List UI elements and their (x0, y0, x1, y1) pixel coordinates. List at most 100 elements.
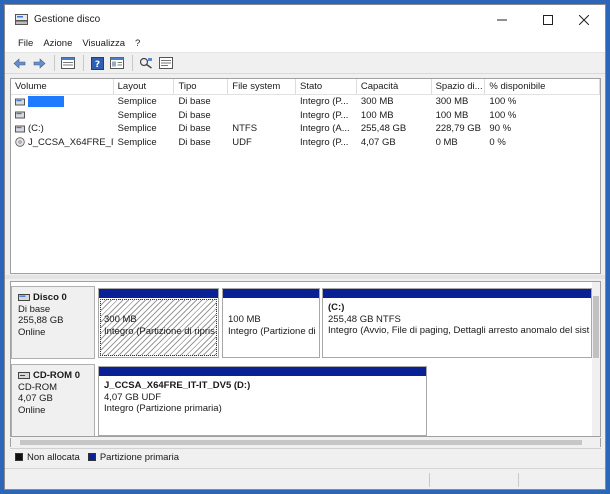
maximize-icon (543, 14, 553, 25)
toolbar: ? (5, 52, 605, 74)
partition-size: 255,48 GB NTFS (328, 313, 401, 325)
disk-info-disco-0[interactable]: Disco 0 Di base 255,88 GB Online (11, 286, 95, 359)
layout-cell: Semplice (117, 123, 157, 134)
table-row[interactable]: Semplice Di base Integro (P... 300 MB 30… (11, 95, 600, 109)
partition-efi[interactable]: 100 MB Integro (Partizione di (222, 288, 320, 358)
spazio-cell: 0 MB (435, 136, 458, 148)
partition-text: J_CCSA_X64FRE_IT-IT_DV5 (D:) 4,07 GB UDF… (99, 376, 426, 415)
disk-graphical-view: Disco 0 Di base 255,88 GB Online 300 MB … (10, 281, 601, 437)
disk-view-horizontal-scrollbar[interactable] (10, 438, 601, 447)
legend-label: Non allocata (27, 451, 80, 463)
volume-cell (11, 95, 114, 109)
menu-visualizza[interactable]: Visualizza (77, 38, 130, 49)
perc-cell: 90 % (489, 123, 512, 134)
properties-icon (110, 57, 124, 69)
back-button[interactable] (10, 54, 28, 72)
disk-row-disco-0: Disco 0 Di base 255,88 GB Online 300 MB … (11, 286, 594, 359)
window-title: Gestione disco (34, 14, 101, 25)
volume-list[interactable]: Volume Layout Tipo File system Stato Cap… (10, 78, 601, 274)
column-header-capacita[interactable]: Capacità (357, 79, 432, 94)
partition-label: J_CCSA_X64FRE_IT-IT_DV5 (D:) (104, 380, 251, 391)
partition-bar (99, 289, 218, 298)
volume-cell: J_CCSA_X64FRE_IT... (11, 136, 114, 150)
close-icon (579, 14, 589, 25)
partition-bar (323, 289, 591, 298)
column-header-tipo[interactable]: Tipo (174, 79, 229, 94)
tipo-cell: Di base (178, 123, 211, 134)
partition-status: Integro (Partizione primaria) (104, 403, 222, 414)
column-header-file-system[interactable]: File system (228, 79, 297, 94)
disk-type: Di base (18, 303, 51, 315)
layout-cell: Semplice (117, 109, 157, 121)
redacted-volume-name (28, 96, 64, 108)
partition-size: 300 MB (104, 314, 137, 325)
capacita-cell: 300 MB (360, 96, 394, 107)
disk-info-cd-rom-0[interactable]: CD-ROM 0 CD-ROM 4,07 GB Online (11, 364, 95, 436)
menu-file[interactable]: File (13, 38, 38, 49)
disk-management-window: Gestione disco File Azione Visualizza ? … (4, 4, 606, 490)
column-header-percent-available[interactable]: % disponibile (485, 79, 600, 94)
disk-view-button[interactable] (157, 54, 175, 72)
perc-cell: 100 % (489, 109, 517, 121)
volume-icon (15, 111, 25, 119)
menu-bar: File Azione Visualizza ? (5, 34, 605, 52)
spazio-cell: 228,79 GB (435, 123, 481, 134)
partition-recovery[interactable]: 300 MB Integro (Partizione di ripris (98, 288, 219, 358)
back-icon (13, 57, 25, 69)
disk-name-label: Disco 0 (33, 292, 67, 303)
disk-view-icon (159, 57, 173, 69)
perc-cell: 100 % (489, 96, 517, 107)
layout-cell: Semplice (117, 96, 157, 107)
volume-icon (15, 98, 25, 106)
help-button[interactable]: ? (88, 54, 106, 72)
partition-text: 100 MB Integro (Partizione di (223, 298, 319, 337)
fs-cell (228, 95, 296, 109)
disk-status: Online (18, 404, 46, 416)
partition-c[interactable]: (C:) 255,48 GB NTFS Integro (Avvio, File… (322, 288, 592, 358)
toolbar-separator (132, 55, 133, 71)
capacita-cell: 255,48 GB (360, 123, 407, 134)
disk-list-button[interactable] (59, 54, 77, 72)
column-header-stato[interactable]: Stato (296, 79, 357, 94)
partition-status: Integro (Avvio, File di paging, Dettagli… (328, 325, 590, 336)
tipo-cell: Di base (178, 136, 211, 148)
volume-icon (15, 125, 25, 133)
stato-cell: Integro (P... (300, 109, 349, 121)
disk-name-label: CD-ROM 0 (33, 370, 80, 381)
partition-status: Integro (Partizione di (228, 325, 316, 337)
close-button[interactable] (561, 5, 605, 34)
cd-rom-icon (18, 372, 30, 380)
hard-disk-icon (18, 294, 30, 302)
connect-button[interactable] (137, 54, 155, 72)
partition-d[interactable]: J_CCSA_X64FRE_IT-IT_DV5 (D:) 4,07 GB UDF… (98, 366, 427, 436)
legend-item-primary: Partizione primaria (87, 452, 179, 463)
properties-button[interactable] (108, 54, 126, 72)
toolbar-separator (54, 55, 55, 71)
disk-size: 255,88 GB (18, 315, 64, 326)
menu-help[interactable]: ? (130, 38, 145, 49)
table-row[interactable]: (C:) Semplice Di base NTFS Integro (A...… (11, 122, 600, 136)
help-icon: ? (90, 56, 104, 70)
menu-azione[interactable]: Azione (38, 38, 77, 49)
stato-cell: Integro (P... (300, 136, 349, 148)
minimize-button[interactable] (479, 5, 525, 34)
scrollbar-thumb[interactable] (593, 296, 599, 358)
column-header-spazio[interactable]: Spazio di... (432, 79, 486, 94)
partition-label: (C:) (328, 302, 345, 313)
partition-size: 100 MB (228, 314, 261, 325)
column-header-layout[interactable]: Layout (114, 79, 175, 94)
status-divider (429, 473, 430, 487)
scrollbar-thumb[interactable] (20, 440, 582, 445)
disk-view-vertical-scrollbar[interactable] (592, 282, 600, 436)
minimize-icon (497, 19, 507, 20)
table-row[interactable]: Semplice Di base Integro (P... 100 MB 10… (11, 109, 600, 123)
capacita-cell: 100 MB (360, 109, 394, 121)
partition-text: 300 MB Integro (Partizione di ripris (99, 298, 218, 337)
pane-splitter[interactable] (5, 275, 605, 279)
table-row[interactable]: J_CCSA_X64FRE_IT... Semplice Di base UDF… (11, 136, 600, 150)
tipo-cell: Di base (178, 96, 211, 107)
disk-name: Disco 0 (18, 292, 94, 304)
disk-name: CD-ROM 0 (18, 370, 94, 382)
column-header-volume[interactable]: Volume (11, 79, 114, 94)
forward-button[interactable] (30, 54, 48, 72)
